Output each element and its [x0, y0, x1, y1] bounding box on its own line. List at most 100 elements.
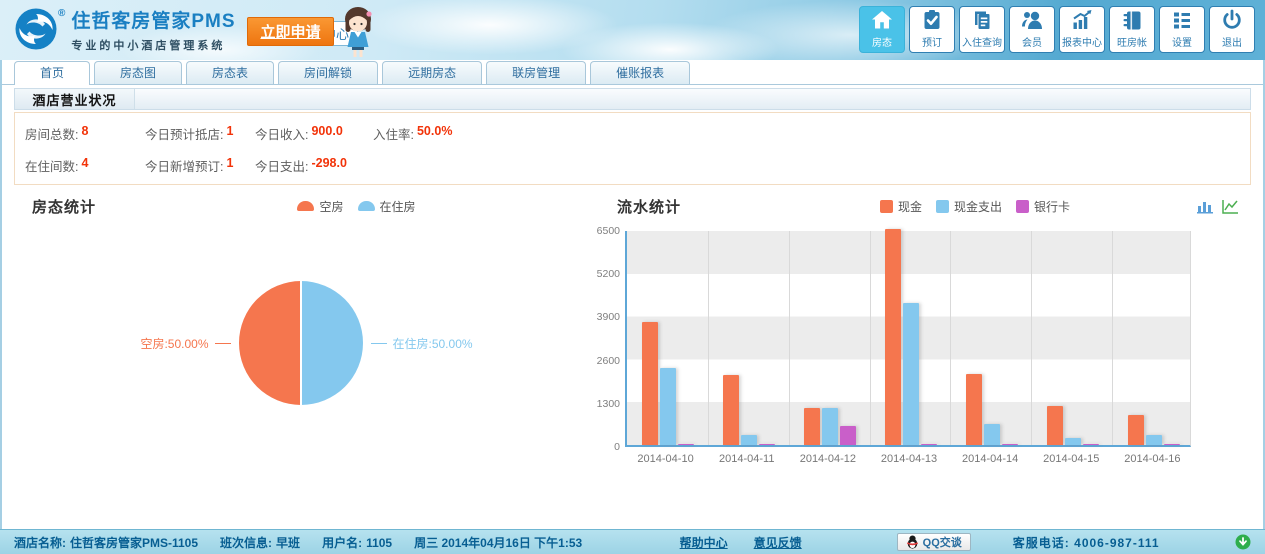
- bar-现金-2014-04-13: [885, 229, 901, 445]
- legend-item-cash-expense[interactable]: 现金支出: [936, 198, 1002, 215]
- x-tick-label: 2014-04-11: [706, 453, 787, 465]
- footer-links: 帮助中心 意见反馈: [680, 534, 802, 551]
- bar-现金-2014-04-12: [804, 408, 820, 445]
- feedback-link[interactable]: 意见反馈: [754, 534, 802, 551]
- y-tick-label: 0: [594, 441, 620, 453]
- stat-expected-arrivals: 今日预计抵店: 1: [145, 124, 255, 143]
- bar-现金-2014-04-16: [1128, 415, 1144, 445]
- bar-银行卡-2014-04-14: [1002, 444, 1018, 445]
- cashflow-legend: 现金 现金支出 银行卡: [759, 198, 1191, 215]
- service-phone: 客服电话: 4006-987-111: [1013, 534, 1160, 551]
- tab-debt-report[interactable]: 催账报表: [590, 61, 690, 84]
- leader-line: [371, 343, 387, 344]
- y-tick-label: 5200: [594, 268, 620, 280]
- bar-银行卡-2014-04-10: [678, 444, 694, 445]
- x-axis-labels: 2014-04-102014-04-112014-04-122014-04-13…: [625, 453, 1193, 465]
- bar-银行卡-2014-04-15: [1083, 444, 1099, 445]
- pie-label-occupied: 在住房:50.00%: [393, 335, 473, 352]
- nav-checkin-query[interactable]: 入住查询: [959, 6, 1005, 53]
- legend-item-occupied[interactable]: 在住房: [358, 198, 416, 215]
- cashflow-chart-head: 流水统计 现金 现金支出 银行卡: [599, 193, 1251, 219]
- bar-chart-toggle-icon[interactable]: [1197, 199, 1214, 214]
- stat-today-income: 今日收入: 900.0: [255, 124, 373, 143]
- stat-occupied-rooms: 在住间数: 4: [25, 156, 145, 175]
- footer-username: 用户名:1105: [322, 534, 392, 551]
- stat-occupancy-rate: 入住率: 50.0%: [373, 124, 452, 143]
- main-content: 酒店营业状况 房间总数: 8 今日预计抵店: 1 今日收入: 900.0 入住率…: [2, 88, 1263, 532]
- app-logo: ® 住哲客房管家PMS 专业的中小酒店管理系统: [12, 5, 236, 53]
- stat-total-rooms: 房间总数: 8: [25, 124, 145, 143]
- nav-members[interactable]: 会员: [1009, 6, 1055, 53]
- tab-room-unlock[interactable]: 房间解锁: [278, 61, 378, 84]
- bar-现金-2014-04-15: [1047, 406, 1063, 445]
- vertical-gridline: [870, 231, 871, 445]
- chart-growth-icon: [1070, 8, 1094, 32]
- apply-now-button[interactable]: 立即申请: [247, 17, 334, 46]
- bar-现金-2014-04-10: [642, 322, 658, 445]
- y-axis: 013002600390052006500: [599, 231, 625, 447]
- nav-booking[interactable]: 预订: [909, 6, 955, 53]
- stats-row: 房间总数: 8 今日预计抵店: 1 今日收入: 900.0 入住率: 50.0%: [25, 124, 1240, 143]
- nav-label: 退出: [1222, 34, 1242, 49]
- nav-label: 报表中心: [1062, 34, 1102, 49]
- app-footer: 酒店名称:住哲客房管家PMS-1105 班次信息:早班 用户名:1105 周三 …: [0, 529, 1265, 554]
- tab-future-room-status[interactable]: 远期房态: [382, 61, 482, 84]
- nav-logout[interactable]: 退出: [1209, 6, 1255, 53]
- line-chart-toggle-icon[interactable]: [1222, 199, 1239, 214]
- leader-line: [215, 343, 231, 344]
- legend-item-cash[interactable]: 现金: [880, 198, 922, 215]
- tab-room-status-table[interactable]: 房态表: [186, 61, 274, 84]
- legend-item-vacant[interactable]: 空房: [297, 198, 343, 215]
- business-status-header: 酒店营业状况: [14, 88, 1251, 110]
- room-status-chart-title: 房态统计: [14, 196, 174, 217]
- tab-room-status-map[interactable]: 房态图: [94, 61, 182, 84]
- bar-现金-2014-04-11: [723, 375, 739, 445]
- cashflow-bar-chart: 013002600390052006500: [599, 231, 1251, 447]
- x-tick-label: 2014-04-10: [625, 453, 706, 465]
- business-stats-panel: 房间总数: 8 今日预计抵店: 1 今日收入: 900.0 入住率: 50.0%: [14, 112, 1251, 185]
- legend-item-bank-card[interactable]: 银行卡: [1016, 198, 1070, 215]
- tab-bar: 首页 房态图 房态表 房间解锁 远期房态 联房管理 催账报表: [2, 60, 1263, 85]
- bar-银行卡-2014-04-16: [1164, 444, 1180, 445]
- vertical-gridline: [708, 231, 709, 445]
- vacant-swatch: [297, 201, 314, 211]
- y-tick-label: 3900: [594, 311, 620, 323]
- nav-label: 会员: [1022, 34, 1042, 49]
- help-center-link[interactable]: 帮助中心: [680, 534, 728, 551]
- cashflow-chart-panel: 流水统计 现金 现金支出 银行卡: [599, 191, 1251, 465]
- documents-icon: [970, 8, 994, 32]
- settings-list-icon: [1170, 8, 1194, 32]
- pie-chart: [237, 279, 365, 407]
- tab-linked-rooms[interactable]: 联房管理: [486, 61, 586, 84]
- nav-report-center[interactable]: 报表中心: [1059, 6, 1105, 53]
- bar-plot-area: [625, 231, 1191, 447]
- x-tick-label: 2014-04-14: [950, 453, 1031, 465]
- nav-label: 预订: [922, 34, 942, 49]
- chart-type-toggles: [1191, 199, 1251, 214]
- bar-银行卡-2014-04-11: [759, 444, 775, 445]
- logo-swirl-icon: [12, 5, 60, 53]
- vertical-gridline: [789, 231, 790, 445]
- cashflow-chart-title: 流水统计: [599, 196, 759, 217]
- bar-现金支出-2014-04-14: [984, 424, 1000, 445]
- content-wrapper: 首页 房态图 房态表 房间解锁 远期房态 联房管理 催账报表 酒店营业状况 房间…: [0, 60, 1265, 529]
- nav-room-status[interactable]: 房态: [859, 6, 905, 53]
- members-icon: [1020, 8, 1044, 32]
- qq-chat-button[interactable]: QQ交谈: [897, 533, 971, 551]
- bar-银行卡-2014-04-12: [840, 426, 856, 445]
- collapse-footer-icon[interactable]: [1235, 534, 1251, 550]
- footer-hotel-name: 酒店名称:住哲客房管家PMS-1105: [14, 534, 198, 551]
- nav-room-ledger[interactable]: 旺房帐: [1109, 6, 1155, 53]
- pie-label-vacant: 空房:50.00%: [140, 335, 208, 352]
- occupied-swatch: [358, 201, 375, 211]
- trademark-symbol: ®: [58, 8, 65, 19]
- room-status-chart-head: 房态统计 空房 在住房: [14, 193, 599, 219]
- clipboard-check-icon: [920, 8, 944, 32]
- nav-settings[interactable]: 设置: [1159, 6, 1205, 53]
- home-icon: [870, 8, 894, 32]
- nav-label: 房态: [872, 34, 892, 49]
- logo-text: 住哲客房管家PMS 专业的中小酒店管理系统: [71, 6, 235, 53]
- tab-home[interactable]: 首页: [14, 61, 90, 85]
- footer-shift-info: 班次信息:早班: [220, 534, 300, 551]
- cash-swatch: [880, 200, 893, 213]
